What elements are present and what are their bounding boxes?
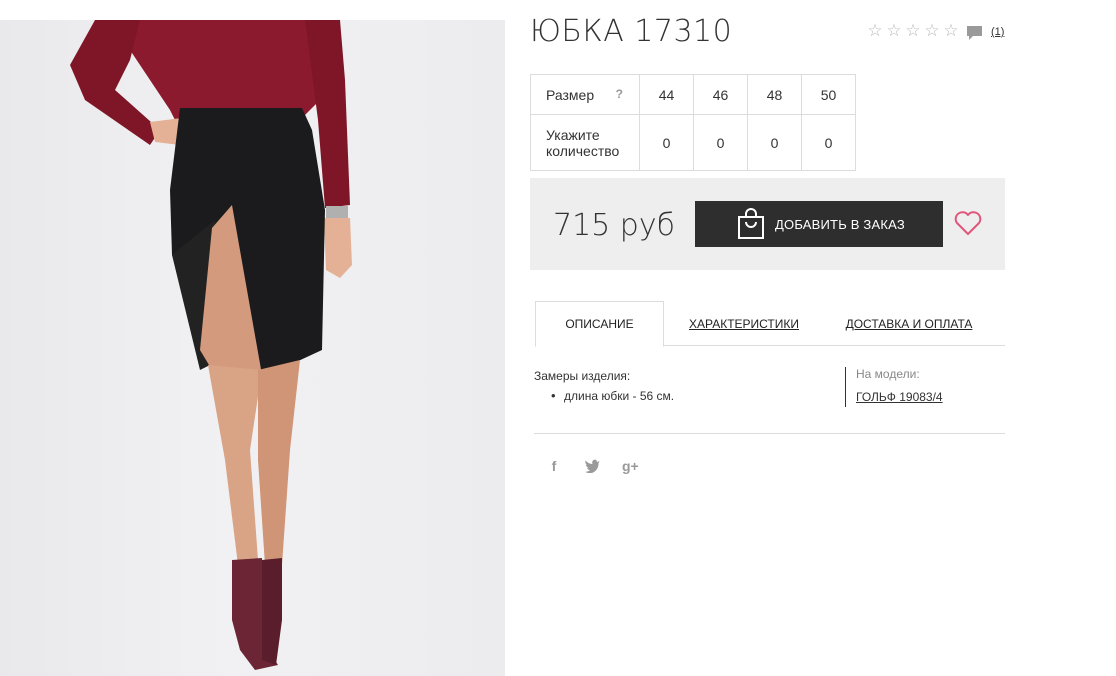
on-model-link[interactable]: ГОЛЬФ 19083/4 (856, 390, 943, 404)
product-photo[interactable] (0, 20, 505, 676)
quantity-input[interactable]: 0 (801, 114, 856, 171)
product-photo-illustration (70, 20, 352, 670)
size-value: 46 (693, 74, 748, 115)
star-icon[interactable]: ☆ (904, 22, 922, 40)
quantity-row: Укажите количество 0 0 0 0 (530, 114, 856, 171)
facebook-icon[interactable]: f (546, 458, 562, 474)
list-item-text: длина юбки - 56 см. (564, 389, 675, 403)
star-icon[interactable]: ☆ (923, 22, 941, 40)
add-to-order-label: ДОБАВИТЬ В ЗАКАЗ (775, 216, 905, 232)
comments-count-link[interactable]: (1) (991, 26, 1004, 38)
add-to-order-button[interactable]: ДОБАВИТЬ В ЗАКАЗ (695, 201, 943, 247)
purchase-box: 715 руб ДОБАВИТЬ В ЗАКАЗ (530, 178, 1005, 270)
social-share: f g+ (546, 458, 639, 474)
heart-icon[interactable] (954, 210, 982, 236)
price: 715 руб (553, 208, 675, 243)
google-plus-icon[interactable]: g+ (622, 458, 639, 474)
star-icon[interactable]: ☆ (866, 22, 884, 40)
star-icon[interactable]: ☆ (942, 22, 960, 40)
quantity-input[interactable]: 0 (693, 114, 748, 171)
divider (534, 433, 1005, 434)
star-icon[interactable]: ☆ (885, 22, 903, 40)
on-model-box: На модели: ГОЛЬФ 19083/4 (845, 367, 943, 407)
quantity-input[interactable]: 0 (747, 114, 802, 171)
tab-description[interactable]: ОПИСАНИЕ (535, 301, 664, 347)
rating-stars[interactable]: ☆ ☆ ☆ ☆ ☆ (866, 22, 960, 40)
size-value: 50 (801, 74, 856, 115)
description-panel: Замеры изделия: длина юбки - 56 см. (534, 369, 674, 403)
size-value: 44 (639, 74, 694, 115)
product-title: ЮБКА 17310 (530, 14, 733, 49)
tab-characteristics[interactable]: ХАРАКТЕРИСТИКИ (685, 301, 803, 346)
measurements-list: длина юбки - 56 см. (534, 388, 675, 403)
size-table: Размер ? 44 46 48 50 Укажите количество … (530, 74, 856, 171)
shopping-bag-icon (738, 208, 764, 239)
quantity-input[interactable]: 0 (639, 114, 694, 171)
list-item: длина юбки - 56 см. (534, 388, 675, 403)
measurements-title: Замеры изделия: (534, 369, 631, 383)
size-label: Размер (546, 86, 595, 103)
comment-icon[interactable] (966, 25, 983, 41)
product-tabs: ОПИСАНИЕ ХАРАКТЕРИСТИКИ ДОСТАВКА И ОПЛАТ… (535, 301, 1005, 347)
size-label-cell: Размер ? (530, 74, 640, 115)
twitter-icon[interactable] (584, 459, 600, 473)
quantity-label: Укажите количество (530, 114, 640, 171)
on-model-label: На модели: (856, 367, 920, 381)
tab-delivery-payment[interactable]: ДОСТАВКА И ОПЛАТА (844, 301, 974, 346)
size-row: Размер ? 44 46 48 50 (530, 74, 856, 115)
help-icon[interactable]: ? (616, 87, 623, 101)
size-value: 48 (747, 74, 802, 115)
